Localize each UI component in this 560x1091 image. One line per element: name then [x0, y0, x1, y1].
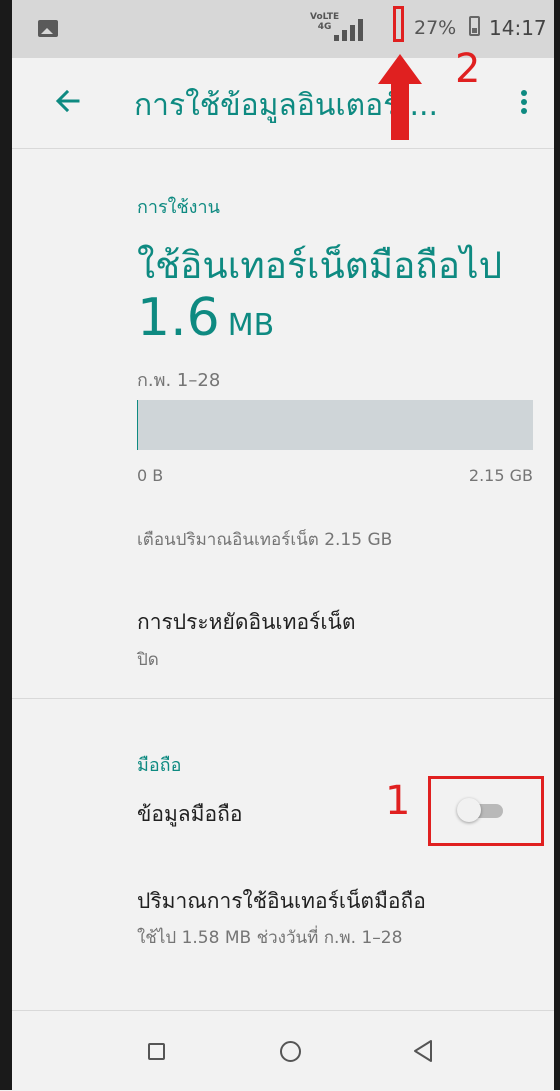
back-button[interactable] [50, 83, 86, 119]
usage-progress-bar [137, 400, 533, 450]
device-frame-left [0, 0, 12, 1090]
usage-section-label: การใช้งาน [137, 192, 220, 221]
section-divider [12, 698, 554, 699]
overflow-menu-button[interactable] [514, 84, 534, 120]
home-circle-icon[interactable] [280, 1041, 301, 1062]
usage-date-range: ก.พ. 1–28 [137, 365, 220, 394]
mobile-section-label: มือถือ [137, 750, 181, 779]
battery-percent: 27% [414, 17, 456, 39]
annotation-label-1: 1 [385, 778, 410, 824]
usage-amount: 1.6MB [137, 288, 274, 348]
mobile-data-title: ข้อมูลมือถือ [137, 798, 242, 831]
annotation-box-toggle [428, 776, 544, 846]
data-saver-summary: ปิด [137, 646, 159, 673]
signal-icon [334, 17, 380, 41]
data-warning-text: เตือนปริมาณอินเทอร์เน็ต 2.15 GB [137, 526, 392, 553]
usage-headline: ใช้อินเทอร์เน็ตมือถือไป [137, 236, 502, 295]
back-triangle-icon[interactable] [412, 1039, 434, 1063]
mobile-usage-summary: ใช้ไป 1.58 MB ช่วงวันที่ ก.พ. 1–28 [137, 924, 402, 951]
system-nav-bar [12, 1010, 554, 1091]
recents-square-icon[interactable] [148, 1043, 165, 1060]
annotation-arrow-icon [378, 54, 422, 140]
usage-bar-min-label: 0 B [137, 466, 163, 485]
mobile-usage-title: ปริมาณการใช้อินเทอร์เน็ตมือถือ [137, 885, 426, 918]
usage-amount-unit: MB [228, 308, 274, 343]
device-frame-right [554, 0, 560, 1090]
usage-bar-max-label: 2.15 GB [469, 466, 533, 485]
battery-icon [469, 16, 480, 36]
settings-content: การใช้งาน ใช้อินเทอร์เน็ตมือถือไป 1.6MB … [12, 148, 554, 1008]
annotation-label-2: 2 [455, 46, 480, 92]
arrow-left-icon [50, 83, 86, 119]
usage-amount-value: 1.6 [137, 288, 220, 348]
status-time: 14:17 [489, 16, 547, 40]
data-saver-title: การประหยัดอินเทอร์เน็ต [137, 606, 356, 639]
image-icon [38, 20, 58, 37]
annotation-box-signal [393, 6, 404, 42]
